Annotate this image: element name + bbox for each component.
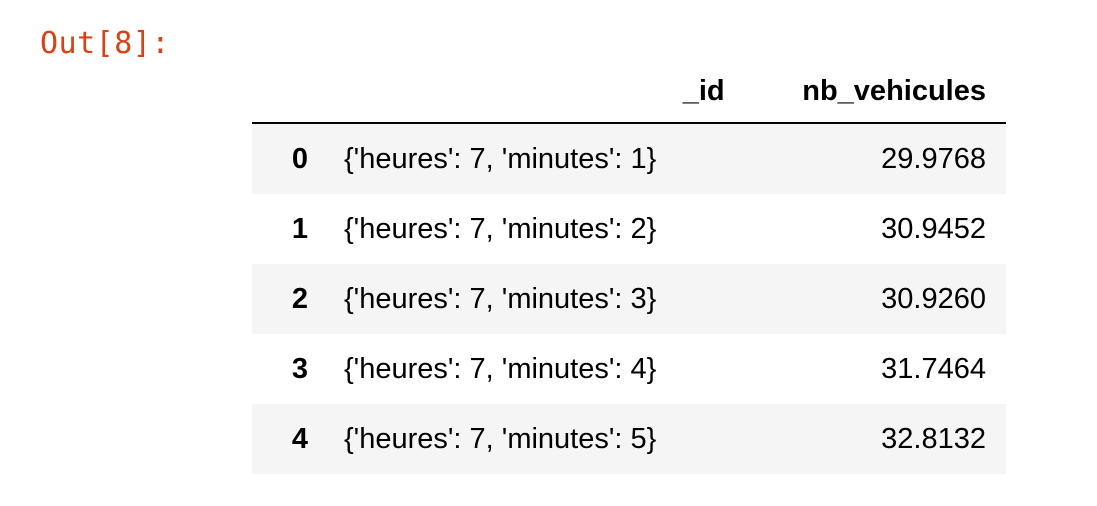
row-index: 1 [291, 212, 308, 245]
index-header [252, 60, 316, 124]
column-header-id: _id [316, 60, 745, 124]
id-cell: {'heures': 7, 'minutes': 4} [344, 352, 657, 385]
table-row: 1 {'heures': 7, 'minutes': 2} 30.9452 [252, 194, 1006, 264]
nb-vehicules-cell: 30.9260 [881, 282, 986, 315]
table-row: 4 {'heures': 7, 'minutes': 5} 32.8132 [252, 404, 1006, 474]
nb-vehicules-cell: 32.8132 [881, 422, 986, 455]
id-cell: {'heures': 7, 'minutes': 1} [344, 142, 657, 175]
table-header-row: _id nb_vehicules [252, 60, 1006, 124]
nb-vehicules-cell: 31.7464 [881, 352, 986, 385]
nb-vehicules-cell: 30.9452 [881, 212, 986, 245]
dataframe-table: _id nb_vehicules 0 {'heures': 7, 'minute… [252, 60, 1006, 474]
row-index: 2 [291, 282, 308, 315]
table-row: 3 {'heures': 7, 'minutes': 4} 31.7464 [252, 334, 1006, 404]
output-prompt: Out[8]: [40, 26, 170, 61]
row-index: 4 [291, 422, 308, 455]
table-row: 0 {'heures': 7, 'minutes': 1} 29.9768 [252, 123, 1006, 194]
row-index: 3 [291, 352, 308, 385]
id-cell: {'heures': 7, 'minutes': 3} [344, 282, 657, 315]
row-index: 0 [291, 142, 308, 175]
id-cell: {'heures': 7, 'minutes': 2} [344, 212, 657, 245]
nb-vehicules-cell: 29.9768 [881, 142, 986, 175]
id-cell: {'heures': 7, 'minutes': 5} [344, 422, 657, 455]
table-row: 2 {'heures': 7, 'minutes': 3} 30.9260 [252, 264, 1006, 334]
column-header-nb-vehicules: nb_vehicules [744, 60, 1006, 124]
